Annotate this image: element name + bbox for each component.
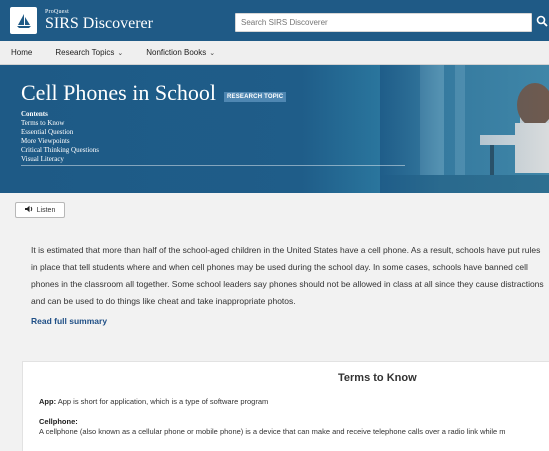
logo[interactable]: ProQuest SIRS Discoverer (10, 7, 153, 34)
term-cellphone-name: Cellphone: (39, 417, 78, 426)
nav-research-topics[interactable]: Research Topics ⌄ (55, 48, 123, 57)
terms-heading: Terms to Know (338, 372, 417, 384)
term-cellphone-definition: A cellphone (also known as a cellular ph… (39, 427, 506, 436)
classroom-photo (380, 65, 549, 193)
nav-home[interactable]: Home (11, 48, 32, 57)
contents-heading: Contents (21, 110, 48, 118)
term-app-definition: App is short for application, which is a… (57, 397, 269, 406)
nav-nonfiction-books-label: Nonfiction Books (146, 48, 207, 57)
page-title: Cell Phones in School RESEARCH TOPIC (21, 80, 287, 106)
contents-list: Contents Terms to Know Essential Questio… (21, 110, 99, 164)
chevron-down-icon: ⌄ (117, 49, 124, 57)
main-nav: Home Research Topics ⌄ Nonfiction Books … (0, 41, 549, 65)
topic-title: Cell Phones in School (21, 80, 216, 105)
search-button[interactable] (532, 12, 549, 33)
contents-link-terms[interactable]: Terms to Know (21, 119, 99, 128)
topic-type-badge: RESEARCH TOPIC (223, 92, 287, 102)
nav-research-topics-label: Research Topics (55, 48, 115, 57)
speaker-icon (24, 205, 37, 215)
contents-link-critical-thinking[interactable]: Critical Thinking Questions (21, 146, 99, 155)
listen-label: Listen (36, 206, 56, 214)
contents-link-essential-question[interactable]: Essential Question (21, 128, 99, 137)
read-full-summary-link[interactable]: Read full summary (31, 316, 107, 326)
terms-section: Terms to Know App: App is short for appl… (22, 361, 549, 451)
topic-summary: It is estimated that more than half of t… (31, 245, 544, 306)
sailboat-icon (10, 7, 37, 34)
term-app-name: App: (39, 397, 57, 406)
top-header: ProQuest SIRS Discoverer (0, 0, 549, 41)
chevron-down-icon: ⌄ (209, 49, 216, 57)
page: ProQuest SIRS Discoverer Home Research T… (0, 0, 549, 451)
contents-link-visual-literacy[interactable]: Visual Literacy (21, 155, 99, 164)
term-cellphone-label: Cellphone: (39, 417, 78, 426)
listen-button[interactable]: Listen (15, 202, 65, 218)
contents-link-more-viewpoints[interactable]: More Viewpoints (21, 137, 99, 146)
search-icon (536, 15, 548, 30)
banner-divider (21, 165, 405, 166)
logo-product: SIRS Discoverer (45, 15, 153, 32)
term-app: App: App is short for application, which… (39, 397, 268, 406)
nav-nonfiction-books[interactable]: Nonfiction Books ⌄ (146, 48, 215, 57)
nav-home-label: Home (11, 48, 33, 57)
search-input[interactable] (235, 13, 532, 32)
